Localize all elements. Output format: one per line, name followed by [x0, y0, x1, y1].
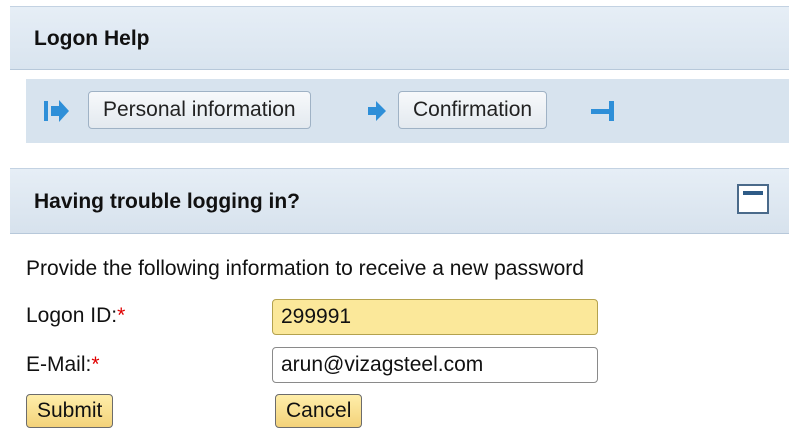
roadmap-start-icon	[44, 100, 69, 122]
roadmap-step-confirmation[interactable]: Confirmation	[398, 91, 548, 129]
email-field[interactable]	[272, 347, 598, 383]
trouble-section-header: Having trouble logging in?	[10, 168, 789, 234]
roadmap-step-personal-information[interactable]: Personal information	[88, 91, 311, 129]
email-label-text: E-Mail:	[26, 353, 92, 376]
submit-button[interactable]: Submit	[26, 394, 114, 428]
logon-id-label: Logon ID:*	[26, 304, 125, 328]
roadmap: Personal information Confirmation	[26, 79, 789, 143]
page-title: Logon Help	[34, 27, 150, 50]
logon-id-input[interactable]	[272, 299, 598, 335]
cancel-button[interactable]: Cancel	[275, 394, 363, 428]
required-marker: *	[117, 304, 126, 327]
collapse-icon[interactable]	[737, 184, 769, 214]
required-marker: *	[91, 353, 100, 376]
logon-id-label-text: Logon ID:	[26, 304, 118, 327]
roadmap-arrow-icon	[368, 101, 386, 121]
roadmap-end-icon	[591, 101, 614, 121]
logon-help-header: Logon Help	[10, 6, 789, 70]
email-label: E-Mail:*	[26, 353, 100, 377]
section-title: Having trouble logging in?	[34, 190, 300, 213]
intro-text: Provide the following information to rec…	[26, 257, 584, 280]
